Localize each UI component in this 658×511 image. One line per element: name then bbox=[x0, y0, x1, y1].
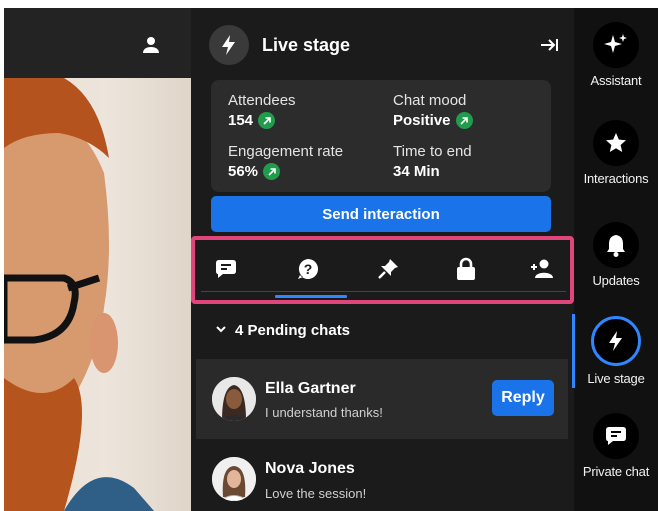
chat-item[interactable]: Ella Gartner I understand thanks! Reply bbox=[196, 359, 568, 439]
rail-label: Live stage bbox=[587, 371, 645, 386]
users-icon bbox=[530, 258, 554, 285]
chat-message: Love the session! bbox=[265, 486, 367, 501]
tab-selected-indicator bbox=[275, 295, 347, 298]
trend-up-icon bbox=[455, 112, 473, 129]
trend-up-icon bbox=[258, 112, 276, 129]
tab-divider bbox=[201, 291, 566, 292]
stats-card: Attendees 154 Chat mood Positive Engagem… bbox=[211, 80, 551, 192]
page-title: Live stage bbox=[262, 35, 351, 55]
lightning-icon bbox=[591, 316, 641, 366]
time-to-end-label: Time to end bbox=[393, 143, 472, 160]
star-icon bbox=[593, 120, 639, 166]
rail-label: Assistant bbox=[590, 73, 642, 88]
tab-chat[interactable] bbox=[209, 254, 243, 288]
chat-mood-value: Positive bbox=[393, 112, 451, 129]
stat-engagement: Engagement rate 56% bbox=[228, 143, 343, 180]
avatar bbox=[212, 457, 256, 501]
rail-item-updates[interactable]: Updates bbox=[574, 222, 658, 288]
rail-label: Private chat bbox=[582, 464, 650, 479]
panel-header: Live stage bbox=[191, 8, 574, 78]
bell-icon bbox=[593, 222, 639, 268]
side-rail: Assistant Interactions Updates Live stag… bbox=[572, 8, 658, 511]
trend-up-icon bbox=[263, 163, 281, 180]
tab-pinned[interactable] bbox=[371, 254, 405, 288]
video-topbar bbox=[4, 8, 191, 78]
rail-label: Updates bbox=[592, 273, 640, 288]
tab-questions[interactable]: ? bbox=[291, 254, 325, 288]
engagement-value: 56% bbox=[228, 163, 259, 180]
engagement-label: Engagement rate bbox=[228, 143, 344, 160]
attendees-value: 154 bbox=[228, 112, 254, 129]
chat-message: I understand thanks! bbox=[265, 405, 383, 420]
sparkle-icon bbox=[593, 22, 639, 68]
chat-item[interactable]: Nova Jones Love the session! bbox=[196, 441, 568, 511]
chevron-down-icon bbox=[215, 321, 227, 339]
tab-people[interactable] bbox=[525, 254, 559, 288]
send-interaction-button[interactable]: Send interaction bbox=[211, 196, 551, 232]
tab-private[interactable] bbox=[449, 254, 483, 288]
lock-icon bbox=[455, 257, 477, 286]
chat-sender-name: Ella Gartner bbox=[265, 380, 356, 397]
video-area bbox=[4, 8, 191, 511]
lightning-icon bbox=[209, 25, 249, 65]
rail-item-private-chat[interactable]: Private chat bbox=[574, 413, 658, 479]
chat-mood-label: Chat mood bbox=[393, 92, 467, 109]
time-to-end-value: 34 Min bbox=[393, 163, 440, 180]
chat-bubble-icon bbox=[593, 413, 639, 459]
question-icon: ? bbox=[296, 257, 320, 286]
rail-item-live-stage[interactable]: Live stage bbox=[574, 316, 658, 386]
collapse-panel-icon[interactable] bbox=[538, 34, 560, 56]
pending-chats-toggle[interactable]: 4 Pending chats bbox=[215, 321, 350, 339]
stat-chat-mood: Chat mood Positive bbox=[393, 92, 473, 129]
rail-item-assistant[interactable]: Assistant bbox=[574, 22, 658, 88]
chat-bubble-icon bbox=[214, 258, 238, 285]
chat-sender-name: Nova Jones bbox=[265, 460, 355, 477]
svg-text:?: ? bbox=[304, 261, 313, 277]
rail-item-interactions[interactable]: Interactions bbox=[574, 120, 658, 186]
live-stage-panel: Live stage Attendees 154 Chat mood Posit… bbox=[191, 8, 574, 511]
tab-bar: ? bbox=[191, 236, 574, 304]
pending-chats-label: 4 Pending chats bbox=[235, 321, 351, 339]
stat-attendees: Attendees 154 bbox=[228, 92, 296, 129]
reply-button[interactable]: Reply bbox=[492, 380, 554, 416]
avatar bbox=[212, 377, 256, 421]
rail-label: Interactions bbox=[583, 171, 649, 186]
attendees-label: Attendees bbox=[228, 92, 296, 109]
stat-time-to-end: Time to end 34 Min bbox=[393, 143, 472, 180]
speaker-video bbox=[4, 78, 191, 511]
pin-icon bbox=[377, 258, 399, 285]
user-icon[interactable] bbox=[140, 34, 162, 56]
